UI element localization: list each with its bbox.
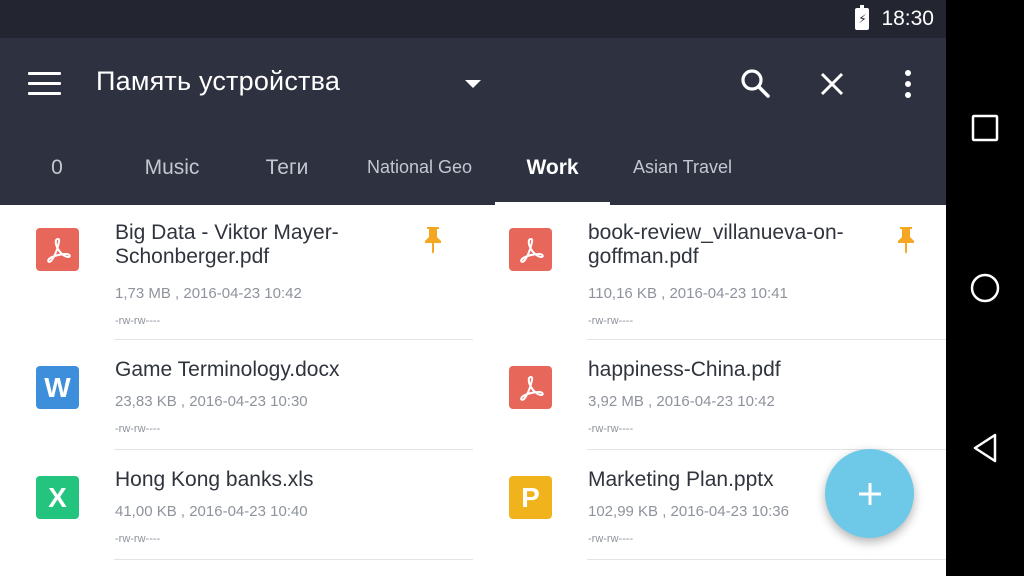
file-permissions: -rw-rw----	[588, 533, 634, 545]
file-name: Game Terminology.docx	[115, 358, 340, 381]
file-size-date: 1,73 MB , 2016-04-23 10:42	[115, 285, 302, 302]
file-permissions: -rw-rw----	[115, 423, 161, 435]
pin-icon[interactable]	[895, 225, 917, 255]
file-grid: Big Data - Viktor Mayer-Schonberger.pdf …	[0, 205, 946, 576]
tab-national-geo[interactable]: National Geo	[352, 130, 487, 205]
home-circle-icon[interactable]	[965, 268, 1005, 308]
file-item[interactable]: X Hong Kong banks.xls 41,00 KB , 2016-04…	[0, 450, 473, 560]
file-permissions: -rw-rw----	[588, 315, 634, 327]
tab-asian-travel[interactable]: Asian Travel	[620, 130, 745, 205]
tab-music[interactable]: Music	[117, 130, 227, 205]
divider	[114, 559, 473, 560]
pin-icon[interactable]	[422, 225, 444, 255]
recents-square-icon[interactable]	[965, 108, 1005, 148]
close-icon[interactable]	[812, 64, 852, 104]
add-fab-button[interactable]	[825, 449, 914, 538]
tab-bar: 0 Music Теги National Geo Work Asian Tra…	[0, 130, 946, 205]
word-file-icon: W	[36, 366, 79, 409]
powerpoint-file-icon: P	[509, 476, 552, 519]
file-item[interactable]: book-review_villanueva-on-goffman.pdf 11…	[473, 205, 946, 340]
more-vert-icon[interactable]	[888, 64, 928, 104]
tab-work[interactable]: Work	[495, 130, 610, 205]
file-size-date: 41,00 KB , 2016-04-23 10:40	[115, 503, 308, 520]
file-name: Hong Kong banks.xls	[115, 468, 314, 491]
battery-charging-icon: ⚡	[855, 5, 870, 30]
toolbar: Память устройства	[0, 38, 946, 130]
file-name: happiness-China.pdf	[588, 358, 781, 381]
storage-title[interactable]: Память устройства	[96, 66, 340, 97]
plus-icon	[858, 482, 881, 505]
tab-0[interactable]: 0	[22, 130, 92, 205]
file-permissions: -rw-rw----	[115, 533, 161, 545]
pdf-file-icon	[36, 228, 79, 271]
file-manager-app: ⚡ 18:30 Память устройства 0 Music Теги N…	[0, 0, 946, 576]
back-triangle-icon[interactable]	[965, 428, 1005, 468]
pdf-file-icon	[509, 228, 552, 271]
tab-tags[interactable]: Теги	[237, 130, 337, 205]
file-item[interactable]: Big Data - Viktor Mayer-Schonberger.pdf …	[0, 205, 473, 340]
dropdown-arrow-icon[interactable]	[465, 80, 481, 88]
file-item[interactable]: happiness-China.pdf 3,92 MB , 2016-04-23…	[473, 340, 946, 450]
file-permissions: -rw-rw----	[115, 315, 161, 327]
system-nav-bar	[946, 0, 1024, 576]
file-item[interactable]: W Game Terminology.docx 23,83 KB , 2016-…	[0, 340, 473, 450]
status-bar: ⚡ 18:30	[0, 0, 946, 38]
file-size-date: 23,83 KB , 2016-04-23 10:30	[115, 393, 308, 410]
pdf-file-icon	[509, 366, 552, 409]
search-icon[interactable]	[736, 64, 776, 104]
status-time: 18:30	[881, 7, 934, 30]
file-size-date: 3,92 MB , 2016-04-23 10:42	[588, 393, 775, 410]
file-name: Big Data - Viktor Mayer-Schonberger.pdf	[115, 221, 339, 268]
excel-file-icon: X	[36, 476, 79, 519]
file-permissions: -rw-rw----	[588, 423, 634, 435]
file-size-date: 102,99 KB , 2016-04-23 10:36	[588, 503, 789, 520]
file-name: book-review_villanueva-on-goffman.pdf	[588, 221, 844, 268]
menu-icon[interactable]	[28, 72, 61, 96]
file-size-date: 110,16 KB , 2016-04-23 10:41	[588, 285, 788, 302]
divider	[587, 559, 946, 560]
